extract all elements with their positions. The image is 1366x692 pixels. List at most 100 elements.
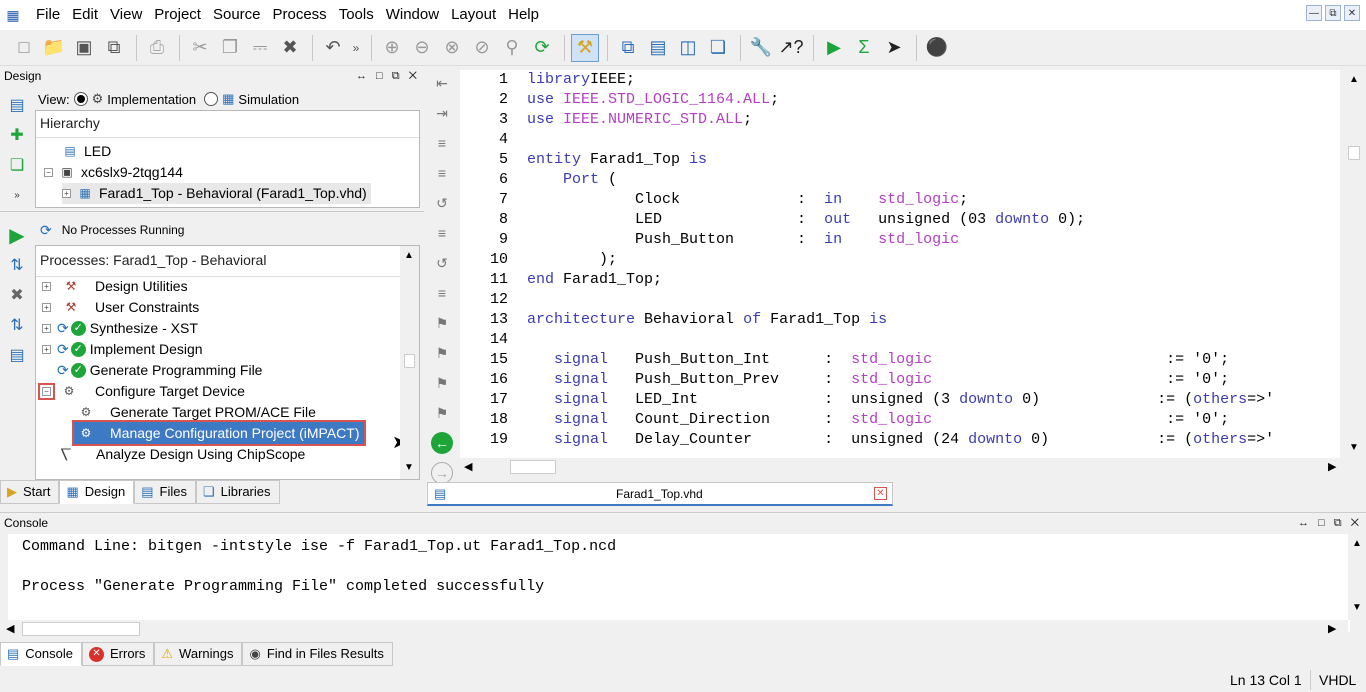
menu-window[interactable]: Window [380,0,445,30]
scroll-left-icon[interactable]: ◀ [6,622,14,635]
tab-console[interactable]: ▤ Console [0,642,82,666]
run-icon[interactable]: ▶ [820,34,848,62]
menu-file[interactable]: File [30,0,66,30]
scroll-left-icon[interactable]: ◀ [464,460,472,473]
scroll-right-icon[interactable]: ▶ [1328,460,1336,473]
open-folder-icon[interactable]: 📁 [40,34,68,62]
tile-vertical-icon[interactable]: ◫ [674,34,702,62]
hierarchy-item-led[interactable]: ▤ LED [62,141,111,162]
process-synthesize[interactable]: + ⟳ ✓ Synthesize - XST [42,318,198,339]
process-manage-impact[interactable]: ⚙ Manage Configuration Project (iMPACT) [72,420,366,446]
scroll-right-icon[interactable]: ▶ [1328,622,1336,635]
back-arrow-icon[interactable]: ← [430,430,454,456]
editor-hscroll[interactable]: ◀ ▶ [460,458,1344,476]
tile-horizontal-icon[interactable]: ▤ [644,34,672,62]
menu-tools[interactable]: Tools [333,0,380,30]
delete-icon[interactable]: ✖ [276,34,304,62]
panel-controls[interactable]: ↔ □ ⧉ ✕ [356,66,420,86]
zoom-full-icon[interactable]: ⊗ [438,34,466,62]
menu-edit[interactable]: Edit [66,0,104,30]
add-copy-icon[interactable]: ❏ [4,152,30,178]
panel-controls[interactable]: ↔ □ ⧉ ✕ [1298,513,1362,533]
process-configure-target[interactable]: − ⚙ Configure Target Device [38,381,245,402]
lightbulb-icon[interactable]: ⚫ [923,34,951,62]
scroll-down-icon[interactable]: ▼ [404,462,414,473]
paste-icon[interactable]: ⎓ [246,34,274,62]
expand-icon[interactable]: + [42,324,51,333]
close-icon[interactable]: ✕ [1344,5,1360,21]
console-vscroll[interactable]: ▲ ▼ [1348,534,1366,620]
tab-libraries[interactable]: ❏ Libraries [195,480,280,504]
align-icon[interactable]: ≡ [430,160,454,186]
scroll-up-icon[interactable]: ▲ [1352,538,1362,549]
float-window-icon[interactable]: ❏ [704,34,732,62]
process-design-utilities[interactable]: + ⚒ Design Utilities [42,276,188,297]
minimize-icon[interactable]: — [1306,5,1322,21]
process-generate-prom[interactable]: ⚙ Generate Target PROM/ACE File [78,402,316,423]
hammer-icon[interactable]: ⚒ [571,33,599,62]
align-icon[interactable]: ≡ [430,130,454,156]
properties-icon[interactable]: ▤ [4,342,30,368]
console-hscroll[interactable]: ◀ ▶ [0,620,1348,638]
menu-process[interactable]: Process [267,0,333,30]
refresh-icon[interactable]: ⟳ [528,34,556,62]
stop-icon[interactable]: ✖ [4,282,30,308]
run-process-icon[interactable]: ▶ [4,222,30,248]
bookmark-next-icon[interactable]: ⚑ [430,340,454,366]
wrench-icon[interactable]: 🔧 [747,34,775,62]
tab-errors[interactable]: ✕ Errors [82,642,155,666]
code-view[interactable]: 1 libraryIEEE; 2 use IEEE.STD_LOGIC_1164.AL… [460,70,1340,462]
tab-find-results[interactable]: ◉ Find in Files Results [242,642,393,666]
menu-layout[interactable]: Layout [445,0,502,30]
add-source-icon[interactable]: ✚ [4,122,30,148]
tab-warnings[interactable]: ⚠ Warnings [154,642,243,666]
collapse-icon[interactable]: − [38,383,55,400]
scroll-up-icon[interactable]: ▲ [404,250,414,261]
expand-icon[interactable]: + [62,189,71,198]
rerun-icon[interactable]: ⇅ [4,252,30,278]
scroll-thumb[interactable] [510,460,556,474]
bookmark-prev-icon[interactable]: ⚑ [430,370,454,396]
scroll-down-icon[interactable]: ▼ [1352,602,1362,613]
print-icon[interactable]: ⎙ [143,34,171,62]
scroll-up-icon[interactable]: ▲ [1349,74,1359,85]
collapse-icon[interactable]: − [44,168,53,177]
help-cursor-icon[interactable]: ↗? [777,34,805,62]
zoom-select-icon[interactable]: ⚲ [498,34,526,62]
save-icon[interactable]: ▣ [70,34,98,62]
menu-project[interactable]: Project [148,0,207,30]
bookmark-icon[interactable]: ⚑ [430,310,454,336]
hierarchy-item-device[interactable]: − ▣ xc6slx9-2tqg144 [44,162,183,183]
close-tab-icon[interactable]: ✕ [874,487,887,500]
expand-icon[interactable]: + [42,345,51,354]
expand-icon[interactable]: + [42,282,51,291]
sum-icon[interactable]: Σ [850,34,878,62]
copy-icon[interactable]: ❐ [216,34,244,62]
cascade-icon[interactable]: ⧉ [614,34,642,62]
comment-icon[interactable]: ↺ [430,190,454,216]
simulation-radio[interactable] [204,92,219,106]
zoom-out-icon[interactable]: ⊖ [408,34,436,62]
align-icon[interactable]: ≡ [430,280,454,306]
menu-view[interactable]: View [104,0,148,30]
menu-help[interactable]: Help [502,0,545,30]
more-down-icon[interactable]: » [4,182,30,208]
zoom-in-icon[interactable]: ⊕ [378,34,406,62]
restore-icon[interactable]: ⧉ [1325,5,1341,21]
uncomment-icon[interactable]: ↺ [430,250,454,276]
hierarchy-item-top[interactable]: + ▦ Farad1_Top - Behavioral (Farad1_Top.vh… [62,183,371,204]
telescope-icon[interactable]: ➤ [880,34,908,62]
process-generate-programming-file[interactable]: ⟳ ✓ Generate Programming File [57,360,262,381]
console-output[interactable]: Command Line: bitgen -intstyle ise -f Fa… [8,534,1350,632]
tab-files[interactable]: ▤ Files [134,480,196,504]
more-icon[interactable]: » [349,34,363,62]
scroll-thumb[interactable] [22,622,140,636]
process-implement[interactable]: + ⟳ ✓ Implement Design [42,339,203,360]
tab-design[interactable]: ▦ Design [59,480,135,504]
menu-source[interactable]: Source [207,0,267,30]
processes-scrollbar[interactable]: ▲ ▼ [400,246,419,479]
save-all-icon[interactable]: ⧉ [100,34,128,62]
view-icon[interactable]: ▤ [4,92,30,118]
zoom-fit-icon[interactable]: ⊘ [468,34,496,62]
unindent-icon[interactable]: ⇤ [430,70,454,96]
